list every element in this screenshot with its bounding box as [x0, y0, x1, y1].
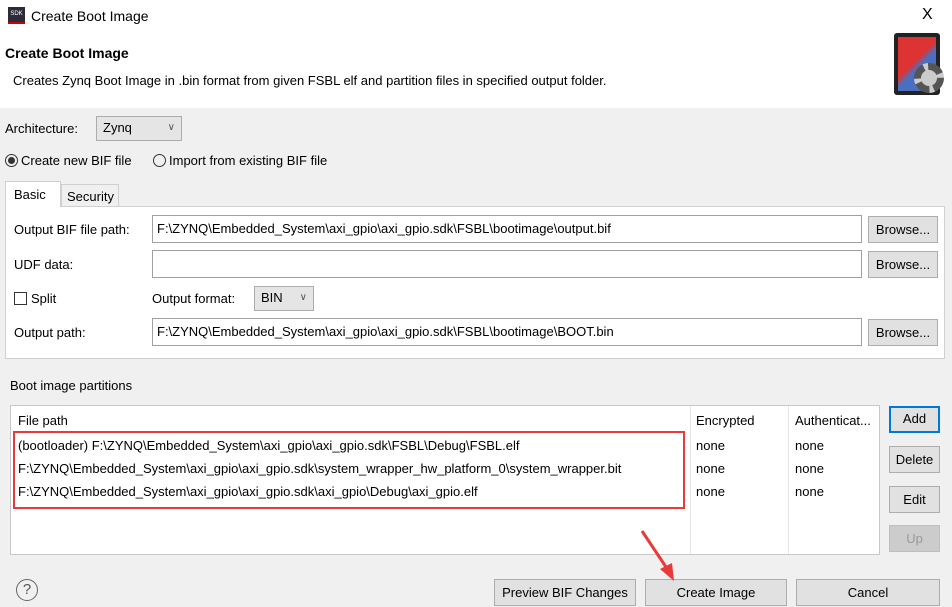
chevron-down-icon: ∨ — [299, 292, 307, 303]
column-header-encrypted[interactable]: Encrypted — [696, 413, 755, 428]
chevron-down-icon: ∨ — [167, 122, 175, 133]
browse-bif-button[interactable]: Browse... — [868, 216, 938, 243]
preview-bif-button[interactable]: Preview BIF Changes — [494, 579, 636, 606]
red-arrow-annotation — [640, 530, 674, 581]
udf-data-label: UDF data: — [14, 257, 74, 272]
column-header-authentication[interactable]: Authenticat... — [795, 413, 871, 428]
authentication-cell: none — [795, 484, 824, 499]
help-icon[interactable]: ? — [16, 579, 38, 601]
delete-button[interactable]: Delete — [889, 446, 940, 473]
split-checkbox[interactable]: Split — [14, 291, 56, 306]
radio-unselected-icon — [153, 154, 166, 167]
authentication-cell: none — [795, 438, 824, 453]
boot-image-gear-icon — [892, 33, 944, 98]
architecture-label: Architecture: — [5, 121, 78, 136]
highlight-annotation-box — [13, 431, 685, 509]
window-title: Create Boot Image — [31, 8, 149, 24]
browse-output-button[interactable]: Browse... — [868, 319, 938, 346]
output-bif-label: Output BIF file path: — [14, 222, 130, 237]
encrypted-cell: none — [696, 438, 725, 453]
up-button[interactable]: Up — [889, 525, 940, 552]
add-button[interactable]: Add — [889, 406, 940, 433]
output-path-input[interactable]: F:\ZYNQ\Embedded_System\axi_gpio\axi_gpi… — [152, 318, 862, 346]
output-format-label: Output format: — [152, 291, 236, 306]
cancel-button[interactable]: Cancel — [796, 579, 940, 606]
radio-selected-icon — [5, 154, 18, 167]
udf-data-input[interactable] — [152, 250, 862, 278]
browse-udf-button[interactable]: Browse... — [868, 251, 938, 278]
output-format-select[interactable]: BIN ∨ — [254, 286, 314, 311]
sdk-app-icon: SDK — [8, 7, 25, 24]
checkbox-icon — [14, 292, 27, 305]
edit-button[interactable]: Edit — [889, 486, 940, 513]
encrypted-cell: none — [696, 461, 725, 476]
create-new-bif-radio[interactable]: Create new BIF file — [5, 153, 132, 168]
column-header-file-path[interactable]: File path — [18, 413, 68, 428]
tab-basic[interactable]: Basic — [5, 181, 61, 207]
architecture-select[interactable]: Zynq ∨ — [96, 116, 182, 141]
authentication-cell: none — [795, 461, 824, 476]
page-description: Creates Zynq Boot Image in .bin format f… — [13, 73, 607, 88]
partitions-title: Boot image partitions — [10, 378, 133, 393]
encrypted-cell: none — [696, 484, 725, 499]
tab-security[interactable]: Security — [61, 184, 119, 206]
output-path-label: Output path: — [14, 325, 86, 340]
output-bif-path-input[interactable]: F:\ZYNQ\Embedded_System\axi_gpio\axi_gpi… — [152, 215, 862, 243]
close-button[interactable]: X — [922, 6, 933, 24]
import-bif-radio[interactable]: Import from existing BIF file — [153, 153, 327, 168]
page-title: Create Boot Image — [5, 45, 129, 61]
